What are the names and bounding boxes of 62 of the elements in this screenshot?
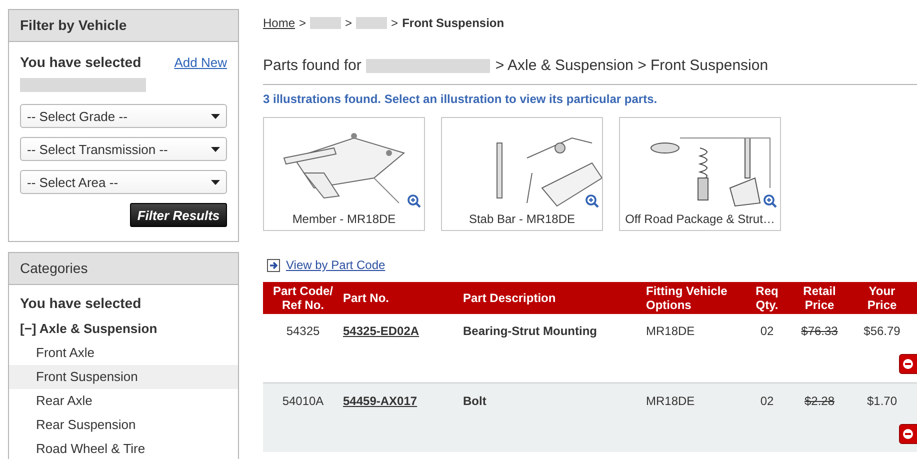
category-item[interactable]: Rear Suspension: [9, 413, 238, 437]
table-cell: $2.28: [804, 394, 835, 408]
illustration-card[interactable]: Stab Bar - MR18DE: [441, 117, 603, 231]
illustration-caption: Off Road Package & Strut…: [624, 211, 776, 228]
table-cell: 02: [760, 324, 774, 338]
table-cell: $76.33: [801, 324, 838, 338]
part-number-link[interactable]: 54459-AX017: [343, 394, 418, 408]
column-header: Req Qty.: [746, 282, 788, 314]
heading-text: > Axle & Suspension > Front Suspension: [495, 57, 768, 74]
table-cell: 54325: [286, 324, 320, 338]
table-cell: Bearing-Strut Mounting: [463, 324, 597, 338]
table-cell: Bolt: [463, 394, 486, 408]
dropdown-caret-icon: [211, 146, 220, 152]
column-header: Part Code/ Ref No.: [263, 282, 343, 314]
minus-circle-icon: [903, 359, 913, 369]
minus-circle-icon: [903, 429, 913, 439]
illustrations-note: 3 illustrations found. Select an illustration to view its particular parts.: [263, 92, 658, 106]
view-by-part-code-link[interactable]: View by Part Code: [286, 258, 386, 272]
breadcrumb-separator: >: [345, 16, 352, 30]
illustration-card[interactable]: Off Road Package & Strut…: [619, 117, 781, 231]
redaction-bar: [356, 17, 388, 29]
category-item[interactable]: [−] Axle & Suspension: [9, 317, 238, 341]
selected-label: You have selected: [19, 295, 142, 311]
illustration-caption: Stab Bar - MR18DE: [468, 211, 576, 228]
select-dropdown[interactable]: -- Select Transmission --: [20, 137, 227, 161]
illustration-card[interactable]: Member - MR18DE: [263, 117, 425, 231]
redaction-bar: [310, 17, 342, 29]
table-cell: $56.79: [864, 324, 900, 338]
zoom-icon: [407, 194, 421, 208]
table-cell: MR18DE: [646, 394, 695, 408]
table-cell: 02: [760, 394, 774, 408]
panel-title: Filter by Vehicle: [9, 10, 238, 42]
panel-title: Categories: [9, 253, 238, 285]
select-dropdown[interactable]: -- Select Grade --: [20, 104, 227, 128]
dropdown-caret-icon: [211, 180, 220, 184]
breadcrumb-link[interactable]: Home: [263, 16, 296, 30]
add-new-link[interactable]: Add New: [174, 54, 227, 70]
zoom-icon: [585, 194, 599, 208]
select-dropdown[interactable]: -- Select Area --: [20, 170, 227, 194]
arrow-icon: [267, 258, 280, 272]
part-number-link[interactable]: 54325-ED02A: [343, 324, 420, 338]
column-header: Your Price: [851, 282, 907, 314]
category-item[interactable]: Road Wheel & Tire: [9, 437, 238, 459]
column-header: Fitting Vehicle Options: [646, 282, 746, 314]
dropdown-caret-icon: [211, 114, 220, 118]
breadcrumb-separator: >: [299, 16, 306, 30]
illustration-caption: Member - MR18DE: [291, 211, 397, 228]
table-cell: 54010A: [282, 394, 324, 408]
filter-results-button[interactable]: Filter Results: [130, 203, 227, 227]
table-cell: $1.70: [866, 394, 898, 408]
zoom-icon: [763, 194, 777, 208]
column-header: Part Description: [463, 282, 646, 314]
category-item[interactable]: Rear Axle: [9, 389, 238, 413]
category-item[interactable]: Front Axle: [9, 341, 238, 365]
column-header: Retail Price: [788, 282, 851, 314]
heading-text: Parts found for: [263, 57, 362, 74]
selected-label: You have selected: [20, 54, 142, 70]
breadcrumb-separator: >: [391, 16, 398, 30]
table-cell: MR18DE: [646, 324, 695, 338]
category-item[interactable]: Front Suspension: [9, 365, 238, 389]
column-header: Part No.: [343, 282, 463, 314]
breadcrumb-current: Front Suspension: [402, 16, 504, 30]
